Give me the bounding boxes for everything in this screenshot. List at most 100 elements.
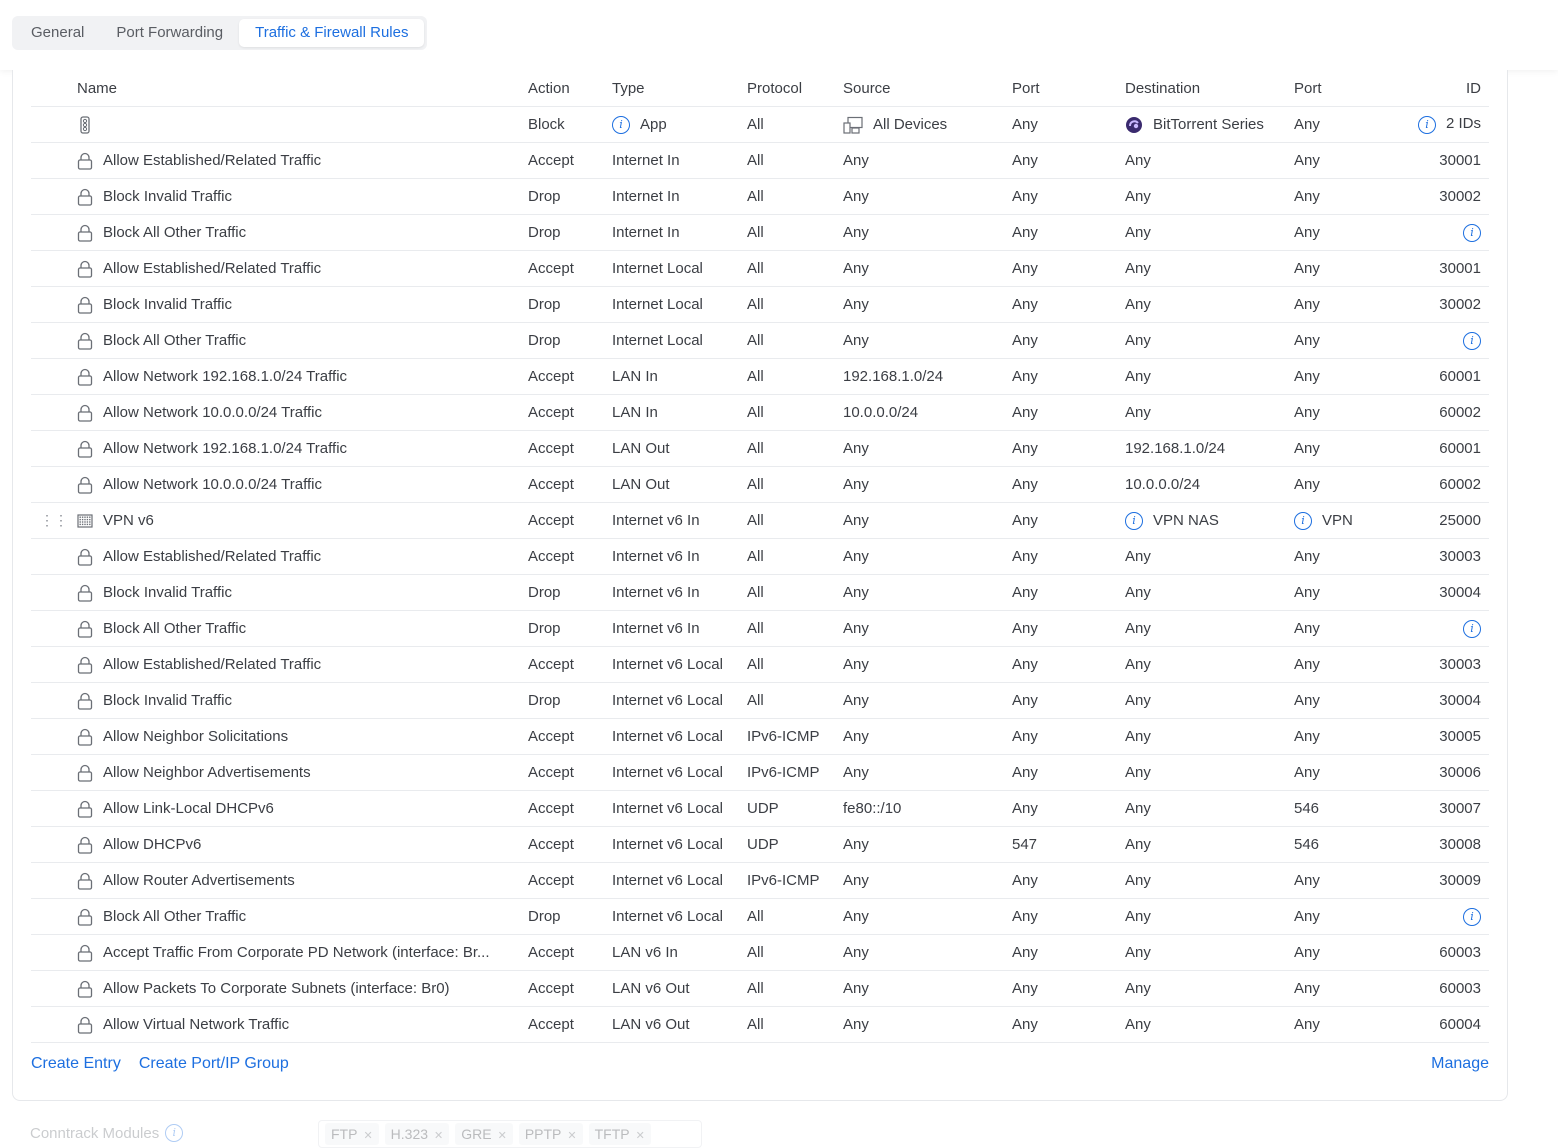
col-type[interactable]: Type bbox=[612, 70, 747, 107]
rule-protocol: All bbox=[747, 584, 764, 601]
info-icon[interactable]: i bbox=[1463, 223, 1481, 242]
table-row[interactable]: Block All Other Traffic Drop Internet v6 I… bbox=[31, 610, 1489, 647]
close-icon[interactable]: ✕ bbox=[498, 1130, 507, 1142]
table-row[interactable]: Block Invalid Traffic Drop Internet Local A… bbox=[31, 286, 1489, 323]
rule-name: Allow Router Advertisements bbox=[103, 872, 295, 889]
info-icon[interactable]: i bbox=[165, 1124, 184, 1142]
cell-destination: Any bbox=[1125, 286, 1294, 323]
table-row[interactable]: Allow DHCPv6 Accept Internet v6 Local UDP An… bbox=[31, 826, 1489, 863]
rule-source: Any bbox=[843, 872, 869, 889]
drag-handle-icon[interactable]: ⋮⋮ bbox=[40, 512, 68, 528]
cell-destination-port: Any bbox=[1294, 178, 1408, 215]
table-row[interactable]: Allow Established/Related Traffic Accept I… bbox=[31, 250, 1489, 287]
rule-id: 60002 bbox=[1439, 404, 1481, 421]
table-row[interactable]: Allow Established/Related Traffic Accept I… bbox=[31, 646, 1489, 683]
info-icon[interactable]: i bbox=[1125, 511, 1143, 530]
info-icon[interactable]: i bbox=[1294, 511, 1312, 530]
rule-action: Accept bbox=[528, 152, 574, 169]
rule-destination: Any bbox=[1125, 152, 1151, 169]
table-row[interactable]: Block Invalid Traffic Drop Internet v6 Loc… bbox=[31, 682, 1489, 719]
tab-port-forwarding[interactable]: Port Forwarding bbox=[100, 19, 239, 47]
table-row[interactable]: Allow Network 192.168.1.0/24 Traffic Acce… bbox=[31, 430, 1489, 467]
table-row[interactable]: Allow Packets To Corporate Subnets (inte… bbox=[31, 970, 1489, 1007]
col-protocol[interactable]: Protocol bbox=[747, 70, 843, 107]
cell-id: 30005 bbox=[1408, 718, 1489, 755]
table-row[interactable]: ⋮⋮ VPN v6 Accept Internet v6 In All Any Any i VP… bbox=[31, 502, 1489, 539]
conntrack-chip[interactable]: GRE ✕ bbox=[455, 1123, 513, 1145]
rule-name: Block Invalid Traffic bbox=[103, 584, 232, 601]
cell-type: LAN In bbox=[612, 394, 747, 431]
info-icon[interactable]: i bbox=[1417, 115, 1436, 134]
rule-protocol: All bbox=[747, 224, 764, 241]
drag-handle-cell[interactable]: ⋮⋮ bbox=[31, 502, 77, 539]
table-row[interactable]: Allow Router Advertisements Accept Interne… bbox=[31, 862, 1489, 899]
cell-id: 30001 bbox=[1408, 142, 1489, 179]
col-destination[interactable]: Destination bbox=[1125, 70, 1294, 107]
rule-protocol: All bbox=[747, 440, 764, 457]
col-source-port[interactable]: Port bbox=[1012, 70, 1125, 107]
table-row[interactable]: Allow Link-Local DHCPv6 Accept Internet v6… bbox=[31, 790, 1489, 827]
rule-source-port: Any bbox=[1012, 224, 1038, 241]
table-row[interactable]: Allow Network 10.0.0.0/24 Traffic Accept L… bbox=[31, 394, 1489, 431]
chip-label: TFTP bbox=[594, 1126, 630, 1142]
conntrack-chips[interactable]: FTP ✕ H.323 ✕ GRE ✕ PPTP ✕ TFTP ✕ bbox=[318, 1120, 702, 1148]
rule-action: Accept bbox=[528, 836, 574, 853]
tab-traffic-firewall-rules[interactable]: Traffic & Firewall Rules bbox=[239, 19, 425, 47]
conntrack-chip[interactable]: FTP ✕ bbox=[325, 1123, 379, 1145]
cell-action: Accept bbox=[528, 358, 612, 395]
table-row[interactable]: Allow Network 10.0.0.0/24 Traffic Accept L… bbox=[31, 466, 1489, 503]
tab-general[interactable]: General bbox=[15, 19, 100, 47]
table-row[interactable]: Accept Traffic From Corporate PD Network… bbox=[31, 934, 1489, 971]
col-destination-port[interactable]: Port bbox=[1294, 70, 1408, 107]
table-row[interactable]: Block All Other Traffic Drop Internet In Al… bbox=[31, 214, 1489, 251]
col-id[interactable]: ID bbox=[1408, 70, 1489, 107]
table-row[interactable]: Block Invalid Traffic Drop Internet v6 In A… bbox=[31, 574, 1489, 611]
rule-destination-port: Any bbox=[1294, 728, 1320, 745]
table-row[interactable]: Allow Virtual Network Traffic Accept LAN v… bbox=[31, 1006, 1489, 1043]
conntrack-chip[interactable]: H.323 ✕ bbox=[384, 1123, 450, 1145]
table-row[interactable]: Allow Established/Related Traffic Accept I… bbox=[31, 142, 1489, 179]
conntrack-chip[interactable]: PPTP ✕ bbox=[518, 1123, 583, 1145]
table-row[interactable]: Block Invalid Traffic Drop Internet In All A… bbox=[31, 178, 1489, 215]
create-entry-link[interactable]: Create Entry bbox=[31, 1055, 121, 1073]
info-icon[interactable]: i bbox=[1463, 331, 1481, 350]
col-action[interactable]: Action bbox=[528, 70, 612, 107]
rule-destination: Any bbox=[1125, 980, 1151, 997]
table-row[interactable]: Block All Other Traffic Drop Internet Loca… bbox=[31, 322, 1489, 359]
table-row[interactable]: Block i App All All Devices Any BitTorrent Ser… bbox=[31, 106, 1489, 143]
cell-destination-port: Any bbox=[1294, 754, 1408, 791]
cell-protocol: All bbox=[747, 898, 843, 935]
info-icon[interactable]: i bbox=[612, 115, 630, 134]
table-row[interactable]: Block All Other Traffic Drop Internet v6 L… bbox=[31, 898, 1489, 935]
conntrack-chip[interactable]: TFTP ✕ bbox=[588, 1123, 651, 1145]
close-icon[interactable]: ✕ bbox=[363, 1130, 372, 1142]
table-row[interactable]: Allow Network 192.168.1.0/24 Traffic Acce… bbox=[31, 358, 1489, 395]
rule-action: Accept bbox=[528, 440, 574, 457]
col-source[interactable]: Source bbox=[843, 70, 1012, 107]
create-group-link[interactable]: Create Port/IP Group bbox=[139, 1055, 289, 1073]
lock-icon bbox=[77, 944, 93, 962]
cell-action: Accept bbox=[528, 718, 612, 755]
drag-handle-cell bbox=[31, 538, 77, 575]
info-icon[interactable]: i bbox=[1463, 907, 1481, 926]
close-icon[interactable]: ✕ bbox=[434, 1130, 443, 1142]
manage-link[interactable]: Manage bbox=[1431, 1055, 1489, 1073]
rule-source: 192.168.1.0/24 bbox=[843, 368, 944, 385]
table-row[interactable]: Allow Established/Related Traffic Accept I… bbox=[31, 538, 1489, 575]
table-row[interactable]: Allow Neighbor Advertisements Accept Inter… bbox=[31, 754, 1489, 791]
rule-destination-port: Any bbox=[1294, 476, 1320, 493]
col-name[interactable]: Name bbox=[77, 70, 528, 107]
rule-destination-port: Any bbox=[1294, 908, 1320, 925]
close-icon[interactable]: ✕ bbox=[636, 1130, 645, 1142]
info-icon[interactable]: i bbox=[1463, 619, 1481, 638]
cell-destination-port: Any bbox=[1294, 682, 1408, 719]
rule-destination: Any bbox=[1125, 404, 1151, 421]
cell-source: Any bbox=[843, 862, 1012, 899]
rule-type: Internet v6 In bbox=[612, 620, 700, 637]
rule-source: Any bbox=[843, 152, 869, 169]
rule-name: Allow Network 192.168.1.0/24 Traffic bbox=[103, 368, 348, 385]
rule-id: 30003 bbox=[1439, 548, 1481, 565]
close-icon[interactable]: ✕ bbox=[567, 1130, 576, 1142]
table-row[interactable]: Allow Neighbor Solicitations Accept Intern… bbox=[31, 718, 1489, 755]
rule-type: LAN v6 Out bbox=[612, 1016, 690, 1033]
